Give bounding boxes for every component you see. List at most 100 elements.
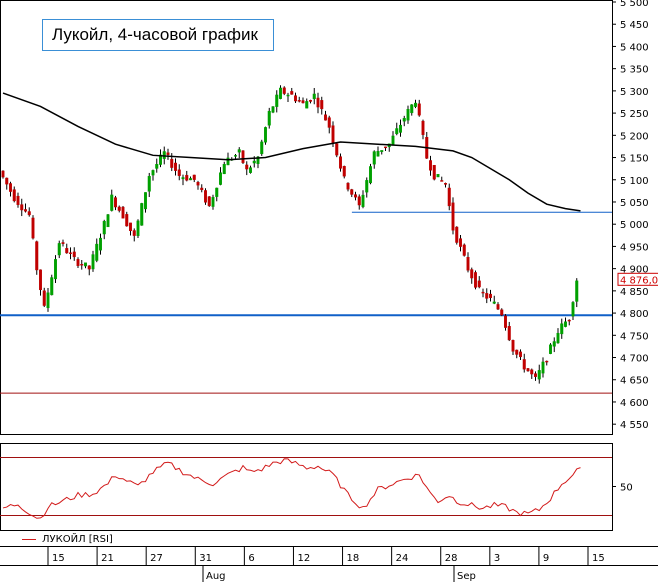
- price-tick-label: 5 400: [620, 42, 649, 53]
- candle-body: [271, 106, 275, 113]
- candle-body: [264, 127, 268, 143]
- candle-body: [252, 160, 256, 164]
- candle-body: [365, 180, 369, 193]
- candle-body: [342, 166, 346, 177]
- candle-body: [237, 149, 241, 153]
- candle-body: [496, 304, 500, 310]
- candle-body: [177, 169, 181, 176]
- candle-body: [46, 292, 50, 309]
- time-tick-label: 31: [199, 553, 212, 564]
- candle-body: [83, 262, 87, 267]
- candle-body: [173, 162, 177, 171]
- candle-body: [211, 197, 215, 207]
- candle-body: [98, 237, 102, 251]
- candle-body: [384, 146, 388, 149]
- candle-body: [466, 257, 470, 271]
- candle-body: [215, 187, 219, 197]
- time-tick-label: 3: [494, 553, 500, 564]
- candle-body: [136, 220, 140, 236]
- candle-body: [132, 230, 136, 236]
- candle-body: [361, 194, 365, 207]
- candle-body: [72, 251, 76, 258]
- candle-body: [147, 176, 151, 192]
- candle-body: [372, 151, 376, 165]
- last-price-label: 4 876,0: [620, 275, 658, 286]
- candle-body: [526, 368, 530, 372]
- candle-body: [286, 94, 290, 97]
- candle-body: [188, 178, 192, 181]
- time-tick-label: 27: [150, 553, 163, 564]
- candle-body: [61, 242, 65, 244]
- candle-body: [312, 93, 316, 100]
- candle-body: [316, 97, 320, 108]
- candle-body: [489, 293, 493, 298]
- candle-body: [534, 373, 538, 377]
- price-tick-label: 4 850: [620, 287, 649, 298]
- rsi-line: [2, 458, 581, 519]
- candle-body: [436, 174, 440, 178]
- candle-body: [552, 341, 556, 347]
- candle-body: [414, 102, 418, 107]
- price-tick-label: 5 000: [620, 220, 649, 231]
- price-tick-label: 5 100: [620, 176, 649, 187]
- candle-body: [376, 151, 380, 157]
- candle-body: [76, 259, 80, 266]
- candle-body: [432, 164, 436, 180]
- candle-body: [57, 243, 61, 256]
- candle-body: [395, 128, 399, 135]
- candle-body: [447, 187, 451, 207]
- candle-body: [391, 135, 395, 145]
- candle-body: [575, 280, 579, 302]
- candle-body: [294, 95, 298, 102]
- price-tick-label: 4 600: [620, 398, 649, 409]
- candle-body: [455, 226, 459, 243]
- candle-body: [1, 170, 5, 178]
- price-tick-label: 4 950: [620, 242, 649, 253]
- time-tick-label: 28: [445, 553, 458, 564]
- candle-body: [477, 280, 481, 288]
- candle-body: [50, 277, 54, 296]
- candle-body: [80, 264, 84, 266]
- candle-body: [350, 189, 354, 195]
- candle-body: [515, 349, 519, 355]
- price-tick-label: 5 050: [620, 198, 649, 209]
- candle-body: [369, 166, 373, 184]
- candle-body: [42, 290, 46, 306]
- time-tick-label: 18: [347, 553, 360, 564]
- price-tick-label: 4 800: [620, 309, 649, 320]
- price-tick-label: 5 350: [620, 65, 649, 76]
- candle-body: [143, 192, 147, 210]
- candle-body: [207, 196, 211, 207]
- moving-average-line: [2, 92, 581, 212]
- candle-body: [24, 209, 28, 212]
- candle-body: [560, 323, 564, 335]
- candle-body: [200, 187, 204, 191]
- candle-body: [5, 177, 9, 185]
- candle-body: [346, 182, 350, 190]
- candle-body: [128, 222, 132, 232]
- candle-body: [233, 155, 237, 157]
- candle-body: [166, 152, 170, 155]
- candle-body: [485, 293, 489, 299]
- candle-body: [31, 217, 35, 239]
- candle-body: [203, 190, 207, 203]
- price-tick-label: 4 550: [620, 420, 649, 431]
- candle-body: [106, 214, 110, 228]
- candle-body: [402, 118, 406, 122]
- candle-body: [357, 196, 361, 206]
- candle-body: [440, 180, 444, 182]
- rsi-panel-frame: [0, 443, 613, 531]
- candle-body: [185, 174, 189, 181]
- candle-body: [470, 269, 474, 279]
- candle-body: [462, 244, 466, 256]
- candle-body: [35, 241, 39, 271]
- candle-body: [248, 167, 252, 173]
- candle-body: [549, 344, 553, 354]
- candle-body: [556, 332, 560, 344]
- chart-canvas: 4 5504 6004 6504 7004 7504 8004 8504 900…: [0, 0, 658, 582]
- candle-body: [113, 197, 117, 208]
- price-tick-label: 5 300: [620, 87, 649, 98]
- candle-body: [8, 183, 12, 192]
- candle-body: [140, 203, 144, 226]
- candle-body: [335, 143, 339, 156]
